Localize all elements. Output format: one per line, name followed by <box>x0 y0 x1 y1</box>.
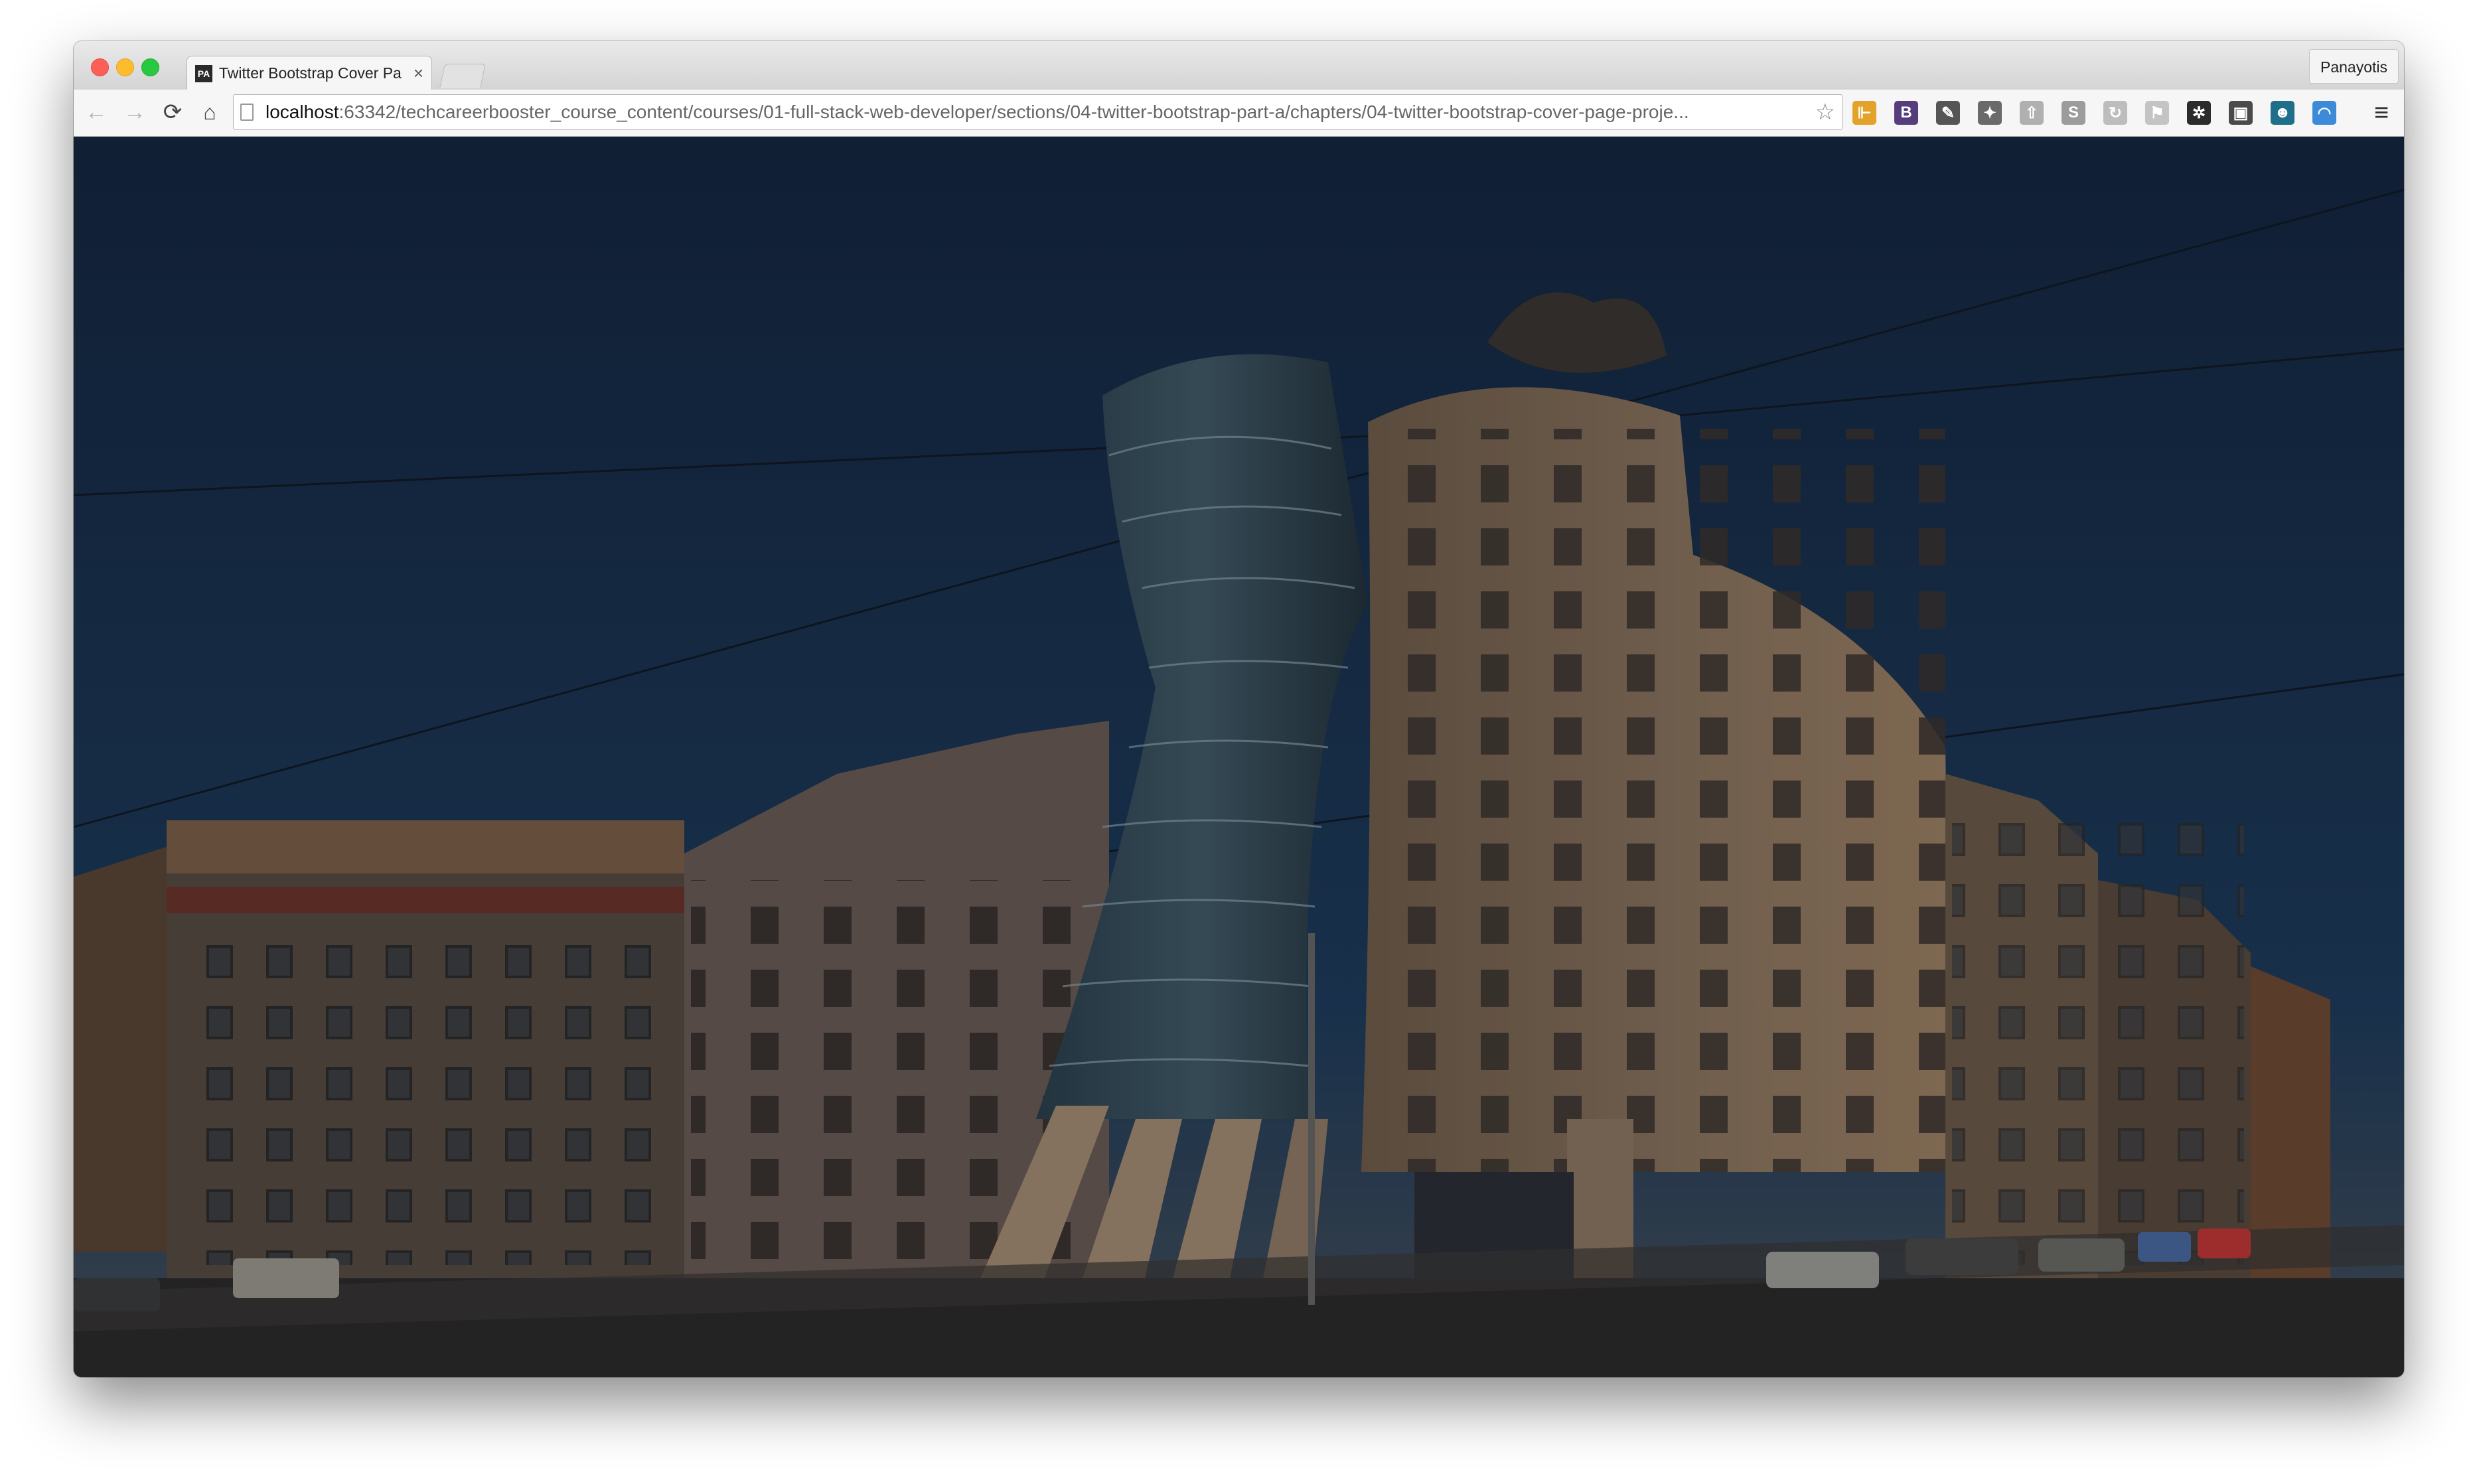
page-icon <box>240 104 254 121</box>
aperture-extension-icon[interactable]: ✲ <box>2187 101 2211 125</box>
skype-extension-icon[interactable]: S <box>2062 101 2085 125</box>
eyedropper-extension-icon[interactable]: ✎ <box>1936 101 1960 125</box>
bookmark-star-icon[interactable]: ☆ <box>1815 99 1835 125</box>
navigation-toolbar: ← → ⟳ ⌂ localhost:63342/techcareerbooste… <box>74 90 2404 137</box>
maximize-window-button[interactable] <box>141 58 159 76</box>
new-tab-button[interactable] <box>439 64 486 88</box>
pushbullet-extension-icon[interactable]: ⇧ <box>2020 101 2044 125</box>
tab-title: Twitter Bootstrap Cover Pa <box>219 64 402 82</box>
tab-strip: PA Twitter Bootstrap Cover Pa × Panayoti… <box>74 41 2404 90</box>
browser-window: PA Twitter Bootstrap Cover Pa × Panayoti… <box>74 41 2404 1377</box>
bootstrap-extension-icon[interactable]: B <box>1894 101 1918 125</box>
url-host: localhost <box>265 102 339 122</box>
bookmark-extension-icon[interactable]: ⊩ <box>1852 101 1876 125</box>
forward-button[interactable]: → <box>120 99 149 125</box>
close-window-button[interactable] <box>91 58 109 76</box>
tab-favicon-icon: PA <box>195 64 212 82</box>
cover-background-image <box>74 137 2404 1377</box>
cover-overlay <box>74 137 2404 1377</box>
flag-extension-icon[interactable]: ⚑ <box>2145 101 2169 125</box>
window-extension-icon[interactable]: ▣ <box>2229 101 2253 125</box>
gradient-extension-icon[interactable]: ◠ <box>2312 101 2336 125</box>
tab-active[interactable]: PA Twitter Bootstrap Cover Pa × <box>187 56 432 90</box>
url-path: :63342/techcareerbooster_course_content/… <box>338 102 1689 122</box>
user-extension-icon[interactable]: ☻ <box>2271 101 2294 125</box>
address-url[interactable]: localhost:63342/techcareerbooster_course… <box>265 102 1809 123</box>
chrome-menu-button[interactable]: ≡ <box>2367 98 2396 127</box>
page-viewport <box>74 137 2404 1377</box>
back-button[interactable]: ← <box>82 99 111 125</box>
reload-button[interactable]: ⟳ <box>158 99 187 125</box>
minimize-window-button[interactable] <box>116 58 134 76</box>
extensions-area: ⊩ B ✎ ✦ ⇧ S ↻ ⚑ ✲ ▣ ☻ ◠ <box>1852 96 2354 129</box>
home-button[interactable]: ⌂ <box>195 99 224 125</box>
sync-extension-icon[interactable]: ↻ <box>2103 101 2127 125</box>
tab-close-icon[interactable]: × <box>413 63 423 84</box>
evernote-extension-icon[interactable]: ✦ <box>1978 101 2002 125</box>
address-bar[interactable]: localhost:63342/techcareerbooster_course… <box>233 94 1842 130</box>
profile-button[interactable]: Panayotis <box>2308 49 2399 84</box>
